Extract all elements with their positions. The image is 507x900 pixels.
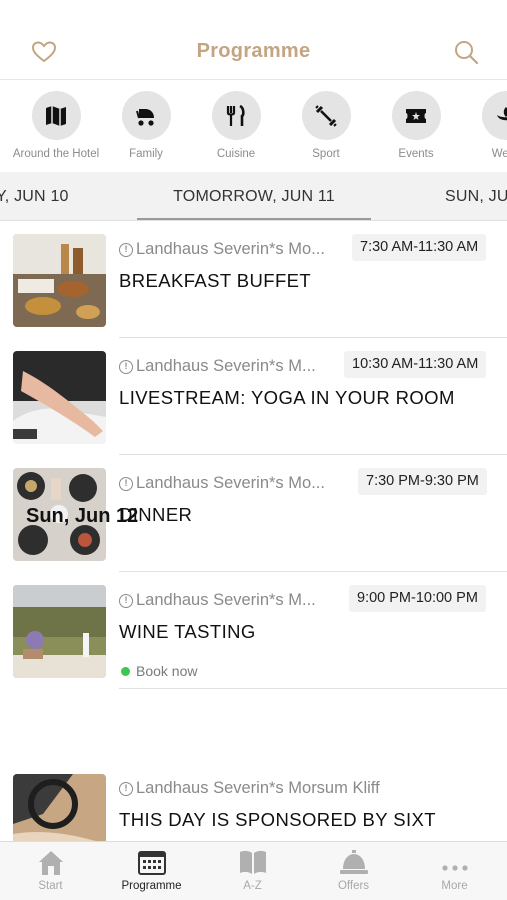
event-title: WINE TASTING (119, 621, 256, 642)
event-thumbnail (13, 351, 106, 444)
event-venue: ! Landhaus Severin*s Mo... (119, 474, 325, 493)
tab-programme[interactable]: Programme (101, 842, 202, 900)
category-around-the-hotel[interactable]: Around the Hotel (11, 91, 101, 160)
calendar-icon (137, 851, 166, 875)
wellness-icon (497, 106, 507, 120)
top-bar: Programme (0, 0, 507, 80)
info-icon: ! (119, 359, 133, 374)
search-icon[interactable] (452, 38, 480, 66)
tab-offers[interactable]: Offers (303, 842, 404, 900)
event-thumbnail (13, 234, 106, 327)
event-venue: ! Landhaus Severin*s M... (119, 357, 316, 376)
service-bell-icon (339, 850, 368, 874)
event-row-wine-tasting[interactable]: ! Landhaus Severin*s M... 9:00 PM-10:00 P… (0, 572, 507, 689)
event-title: BREAKFAST BUFFET (119, 270, 312, 291)
tab-a-z[interactable]: A-Z (202, 842, 303, 900)
event-row-yoga[interactable]: ! Landhaus Severin*s M... 10:30 AM-11:30 … (0, 338, 507, 455)
event-time-badge: 10:30 AM-11:30 AM (344, 351, 487, 378)
event-venue: ! Landhaus Severin*s Mo... (119, 240, 325, 259)
category-cuisine[interactable]: Cuisine (191, 91, 281, 160)
tab-next-day[interactable]: SUN, JU (445, 188, 507, 206)
event-title: THIS DAY IS SPONSORED BY SIXT (119, 809, 436, 830)
category-strip: Around the Hotel Family Cuisine Sport Ev… (0, 80, 507, 172)
event-venue: ! Landhaus Severin*s Morsum Kliff (119, 779, 380, 798)
category-events[interactable]: Events (371, 91, 461, 160)
event-title: LIVESTREAM: YOGA IN YOUR ROOM (119, 387, 455, 408)
book-icon (239, 850, 266, 874)
tab-tomorrow[interactable]: TOMORROW, JUN 11 (137, 188, 371, 206)
event-time-badge: 9:00 PM-10:00 PM (349, 585, 486, 612)
ticket-icon (406, 108, 426, 123)
home-icon (38, 851, 63, 875)
more-dots-icon (441, 865, 468, 871)
event-time-badge: 7:30 PM-9:30 PM (358, 468, 487, 495)
divider (119, 688, 507, 689)
tab-previous-day[interactable]: Y, JUN 10 (0, 188, 69, 206)
event-thumbnail (13, 774, 106, 841)
tab-start[interactable]: Start (0, 842, 101, 900)
day-section-header: Sun, Jun 12 (26, 505, 139, 527)
active-tab-indicator (137, 218, 371, 220)
tab-more[interactable]: More (404, 842, 505, 900)
page-title: Programme (196, 40, 311, 62)
event-row-breakfast[interactable]: ! Landhaus Severin*s Mo... 7:30 AM-11:30 … (0, 221, 507, 338)
dumbbell-icon (315, 104, 337, 127)
event-list[interactable]: ! Landhaus Severin*s Mo... 7:30 AM-11:30 … (0, 221, 507, 841)
status-dot (121, 666, 130, 676)
event-row-sponsored[interactable]: ! Landhaus Severin*s Morsum Kliff THIS DA… (0, 761, 507, 841)
day-tabs: Y, JUN 10 TOMORROW, JUN 11 SUN, JU (0, 172, 507, 221)
category-wellness[interactable]: Welln (461, 91, 507, 160)
info-icon: ! (119, 781, 133, 796)
event-time-badge: 7:30 AM-11:30 AM (352, 234, 487, 261)
info-icon: ! (119, 242, 133, 257)
category-family[interactable]: Family (101, 91, 191, 160)
cutlery-icon (226, 104, 245, 126)
stroller-icon (136, 108, 154, 126)
info-icon: ! (119, 476, 133, 491)
event-venue: ! Landhaus Severin*s M... (119, 591, 316, 610)
book-now-link[interactable]: Book now (121, 663, 197, 679)
category-sport[interactable]: Sport (281, 91, 371, 160)
info-icon: ! (119, 593, 133, 608)
map-icon (46, 105, 66, 126)
event-thumbnail (13, 585, 106, 678)
bottom-tab-bar: Start Programme A-Z Offers More (0, 841, 507, 900)
